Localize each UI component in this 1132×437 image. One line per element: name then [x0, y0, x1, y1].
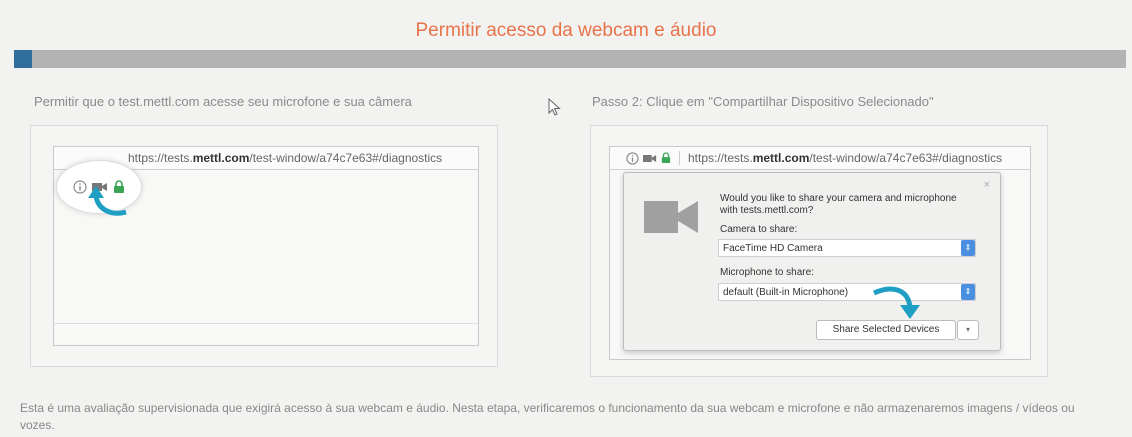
arrow-icon [872, 286, 920, 319]
camera-icon [643, 154, 657, 162]
step2-url: https://tests.mettl.com/test-window/a74c… [688, 151, 1003, 165]
share-options-dropdown[interactable]: ▾ [957, 320, 979, 340]
camera-label: Camera to share: [720, 224, 798, 235]
step1-url: https://tests.mettl.com/test-window/a74c… [128, 151, 443, 165]
share-selected-devices-button[interactable]: Share Selected Devices [816, 320, 956, 340]
page-title: Permitir acesso da webcam e áudio [415, 20, 717, 41]
camera-select[interactable]: FaceTime HD Camera ⇕ [718, 239, 976, 257]
share-question: Would you like to share your camera and … [720, 193, 957, 216]
chevron-updown-icon: ⇕ [961, 240, 975, 256]
close-icon[interactable]: × [984, 179, 990, 191]
microphone-label: Microphone to share: [720, 267, 814, 278]
step2-label: Passo 2: Clique em "Compartilhar Disposi… [592, 94, 934, 109]
progress-bar-fill [14, 50, 32, 68]
video-camera-icon [644, 201, 698, 233]
footer-note: Esta é uma avaliação supervisionada que … [20, 401, 1075, 432]
step2-url-bar[interactable]: https://tests.mettl.com/test-window/a74c… [610, 147, 1030, 170]
microphone-select[interactable]: default (Built-in Microphone) ⇕ [718, 283, 976, 301]
lock-icon [661, 152, 671, 163]
info-icon [626, 151, 639, 165]
step1-label: Permitir que o test.mettl.com acesse seu… [34, 94, 412, 109]
progress-bar [14, 50, 1126, 68]
chevron-updown-icon: ⇕ [961, 284, 975, 300]
mouse-cursor-icon [548, 98, 561, 116]
share-devices-popup: × Would you like to share your camera an… [623, 172, 1001, 351]
arrow-icon [88, 186, 127, 216]
